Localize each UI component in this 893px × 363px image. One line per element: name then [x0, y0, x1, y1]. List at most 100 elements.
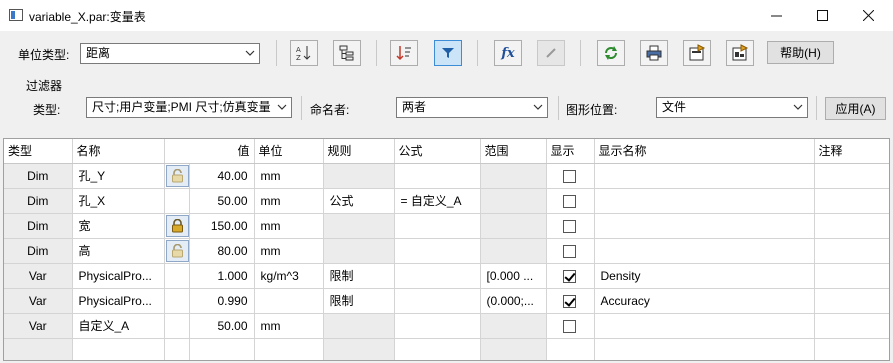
- lock-cell[interactable]: [164, 213, 190, 239]
- cell-name[interactable]: 宽: [72, 213, 165, 239]
- cell-show[interactable]: [546, 163, 595, 189]
- cell-value[interactable]: 50.00: [189, 313, 255, 339]
- sort-az-button[interactable]: A Z: [290, 40, 318, 66]
- cell-name[interactable]: 孔_Y: [72, 163, 165, 189]
- cell-rule[interactable]: 限制: [323, 288, 395, 314]
- show-checkbox[interactable]: [562, 319, 576, 333]
- column-header-value[interactable]: 值: [164, 139, 255, 164]
- cell-rule[interactable]: [323, 313, 395, 339]
- table-row-empty[interactable]: [4, 338, 889, 360]
- column-header-formula[interactable]: 公式: [394, 139, 481, 164]
- lock-icon[interactable]: [165, 214, 188, 237]
- column-header-type[interactable]: 类型: [4, 139, 73, 164]
- formula-button[interactable]: fx: [494, 40, 522, 66]
- cell-value[interactable]: 150.00: [189, 213, 255, 239]
- location-select[interactable]: 文件: [656, 97, 808, 118]
- cell-show[interactable]: [546, 188, 595, 214]
- cell-name[interactable]: PhysicalPro...: [72, 263, 165, 289]
- cell-value[interactable]: 1.000: [189, 263, 255, 289]
- cell-value[interactable]: 40.00: [189, 163, 255, 189]
- cell-note[interactable]: [814, 213, 889, 239]
- column-header-note[interactable]: 注释: [814, 139, 889, 164]
- cell-formula[interactable]: = 自定义_A: [394, 188, 481, 214]
- cell-show[interactable]: [546, 313, 595, 339]
- column-header-name[interactable]: 名称: [72, 139, 165, 164]
- unlock-icon[interactable]: [165, 239, 188, 262]
- filter-button[interactable]: [434, 40, 462, 66]
- filter-type-select[interactable]: 尺寸;用户变量;PMI 尺寸;仿真变量: [86, 97, 292, 118]
- cell-formula[interactable]: [394, 238, 481, 264]
- cell-note[interactable]: [814, 188, 889, 214]
- cell-show[interactable]: [546, 213, 595, 239]
- cell-display-name[interactable]: Density: [594, 263, 815, 289]
- cell-show[interactable]: [546, 288, 595, 314]
- cell-range[interactable]: [480, 313, 547, 339]
- show-checkbox[interactable]: [562, 269, 576, 283]
- cell-formula[interactable]: [394, 213, 481, 239]
- cell-range[interactable]: (0.000;...: [480, 288, 547, 314]
- cell-rule[interactable]: [323, 238, 395, 264]
- cell-formula[interactable]: [394, 263, 481, 289]
- unlock-icon[interactable]: [165, 164, 188, 187]
- cell-name[interactable]: 孔_X: [72, 188, 165, 214]
- cell-note[interactable]: [814, 263, 889, 289]
- cell-display-name[interactable]: [594, 188, 815, 214]
- table-row[interactable]: Var PhysicalPro... 0.990 限制 (0.000;... Accura…: [4, 288, 889, 314]
- cell-range[interactable]: [480, 188, 547, 214]
- cell-note[interactable]: [814, 313, 889, 339]
- cell-rule[interactable]: [323, 213, 395, 239]
- table-row[interactable]: Var PhysicalPro... 1.000 kg/m^3 限制 [0.000 ...…: [4, 263, 889, 289]
- naming-select[interactable]: 两者: [396, 97, 548, 118]
- cell-range[interactable]: [480, 163, 547, 189]
- cell-range[interactable]: [0.000 ...: [480, 263, 547, 289]
- cell-show[interactable]: [546, 263, 595, 289]
- show-checkbox[interactable]: [562, 169, 576, 183]
- table-row[interactable]: Dim 孔_X 50.00 mm 公式 = 自定义_A: [4, 188, 889, 214]
- cell-name[interactable]: 高: [72, 238, 165, 264]
- cell-value[interactable]: 80.00: [189, 238, 255, 264]
- lock-cell[interactable]: [164, 238, 190, 264]
- cell-rule[interactable]: 限制: [323, 263, 395, 289]
- cell-display-name[interactable]: [594, 313, 815, 339]
- lock-cell[interactable]: [164, 163, 190, 189]
- cell-show[interactable]: [546, 238, 595, 264]
- close-button[interactable]: [845, 0, 891, 31]
- edit-button[interactable]: [537, 40, 565, 66]
- column-header-display-name[interactable]: 显示名称: [594, 139, 815, 164]
- sort-order-button[interactable]: [390, 40, 418, 66]
- apply-button[interactable]: 应用(A): [825, 97, 886, 120]
- cell-rule[interactable]: 公式: [323, 188, 395, 214]
- cell-name[interactable]: 自定义_A: [72, 313, 165, 339]
- maximize-button[interactable]: [799, 0, 845, 31]
- help-button[interactable]: 帮助(H): [767, 41, 834, 64]
- cell-formula[interactable]: [394, 313, 481, 339]
- export-button[interactable]: [683, 40, 711, 66]
- table-row[interactable]: Var 自定义_A 50.00 mm: [4, 313, 889, 339]
- tree-view-button[interactable]: [333, 40, 361, 66]
- cell-rule[interactable]: [323, 163, 395, 189]
- cell-name[interactable]: PhysicalPro...: [72, 288, 165, 314]
- table-row[interactable]: Dim 宽 150.00 mm: [4, 213, 889, 239]
- cell-note[interactable]: [814, 288, 889, 314]
- cell-display-name[interactable]: Accuracy: [594, 288, 815, 314]
- cell-note[interactable]: [814, 238, 889, 264]
- cell-range[interactable]: [480, 238, 547, 264]
- cell-display-name[interactable]: [594, 213, 815, 239]
- column-header-range[interactable]: 范围: [480, 139, 547, 164]
- cell-range[interactable]: [480, 213, 547, 239]
- import-button[interactable]: [726, 40, 754, 66]
- table-row[interactable]: Dim 高 80.00 mm: [4, 238, 889, 264]
- column-header-unit[interactable]: 单位: [254, 139, 324, 164]
- show-checkbox[interactable]: [562, 219, 576, 233]
- cell-display-name[interactable]: [594, 238, 815, 264]
- show-checkbox[interactable]: [562, 244, 576, 258]
- minimize-button[interactable]: [753, 0, 799, 31]
- unit-type-select[interactable]: 距离: [80, 43, 260, 64]
- cell-display-name[interactable]: [594, 163, 815, 189]
- show-checkbox[interactable]: [562, 194, 576, 208]
- print-button[interactable]: [640, 40, 668, 66]
- cell-note[interactable]: [814, 163, 889, 189]
- show-checkbox[interactable]: [562, 294, 576, 308]
- cell-formula[interactable]: [394, 163, 481, 189]
- column-header-show[interactable]: 显示: [546, 139, 595, 164]
